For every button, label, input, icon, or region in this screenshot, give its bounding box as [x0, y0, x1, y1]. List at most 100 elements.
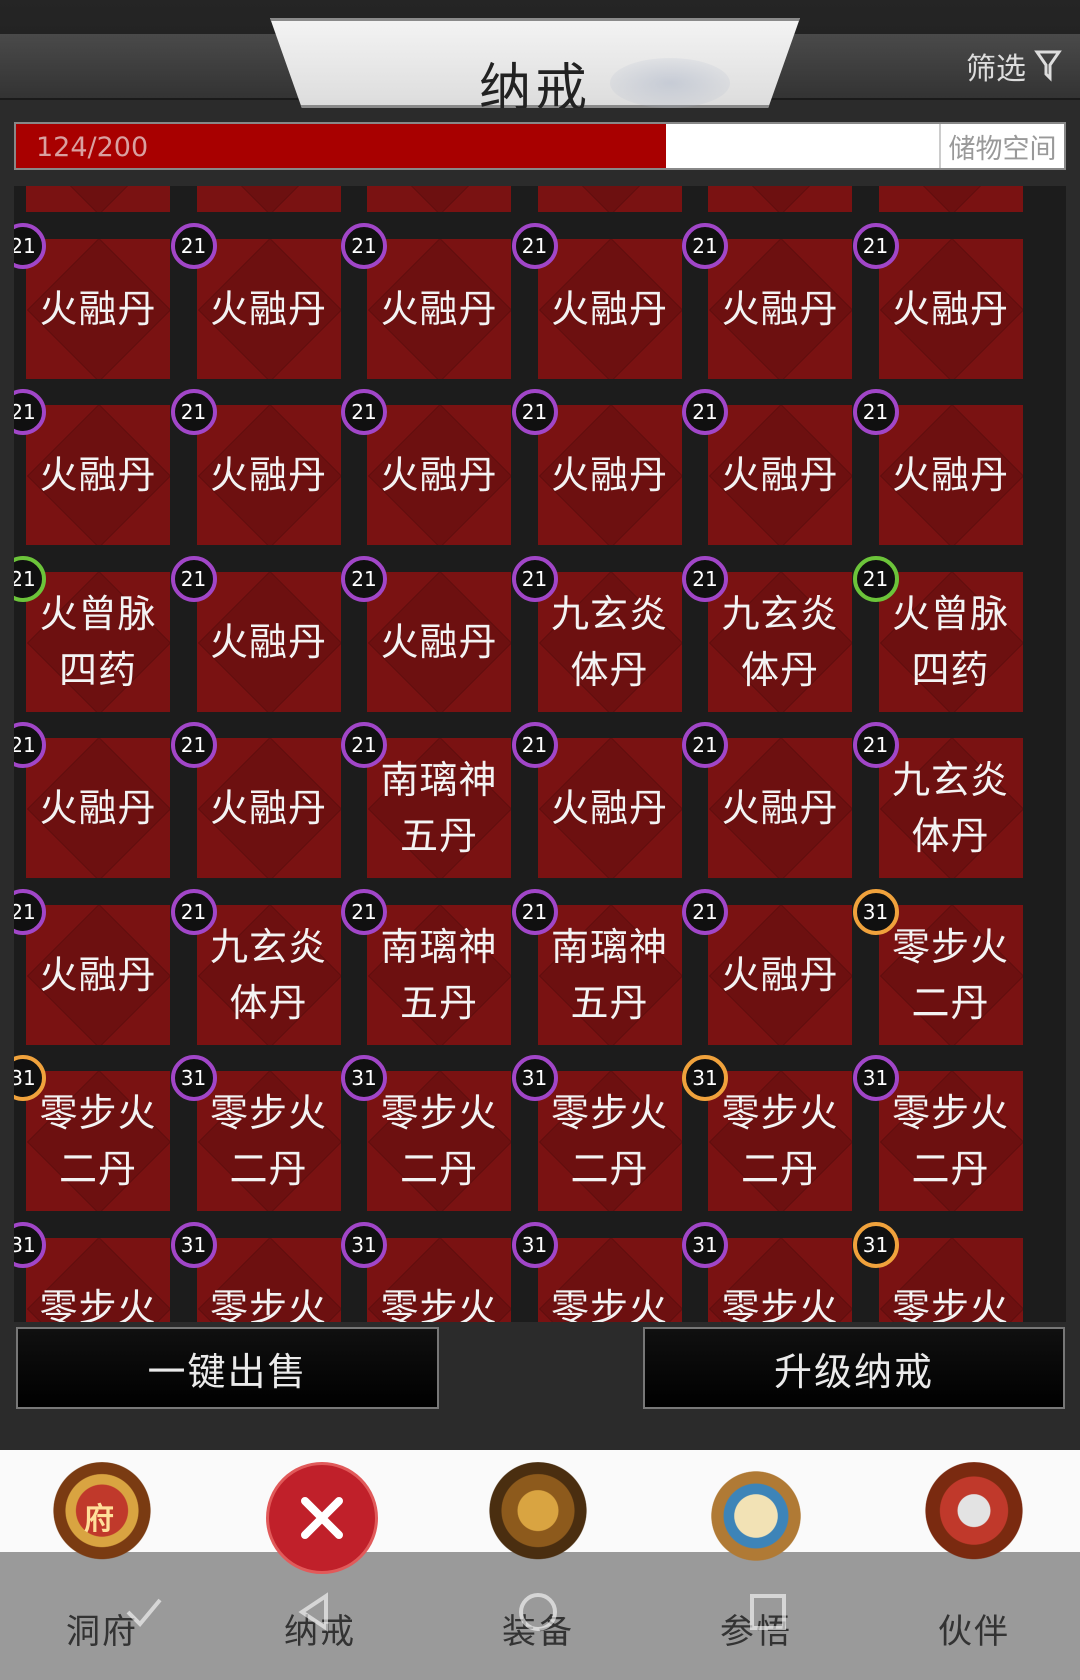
- item-slot[interactable]: 零步火 31: [170, 1221, 341, 1322]
- item-name: 零步火: [721, 1285, 839, 1323]
- nav-item-dongfu[interactable]: 府 洞府: [22, 1462, 182, 1672]
- item-slot[interactable]: 火融丹 21: [682, 888, 852, 1045]
- item-slot[interactable]: 零步火 二丹 31: [852, 1055, 1023, 1211]
- item-level-badge: 21: [170, 389, 217, 435]
- item-slot[interactable]: 火曾脉 四药 21: [14, 555, 170, 712]
- item-level-badge: 21: [170, 222, 217, 269]
- item-name: 火融丹: [209, 453, 327, 497]
- sell-all-button[interactable]: 一键出售: [16, 1327, 439, 1409]
- item-tile: [708, 186, 852, 212]
- home-softkey-icon[interactable]: [516, 1590, 560, 1634]
- item-slot[interactable]: 火融丹 21: [170, 389, 341, 545]
- item-slot[interactable]: 零步火 31: [682, 1221, 852, 1322]
- item-slot[interactable]: 零步火 二丹 31: [14, 1055, 170, 1211]
- item-name: 零步火: [39, 1285, 157, 1323]
- page-title: 纳戒: [478, 59, 591, 119]
- item-tile: 火融丹: [878, 238, 1023, 379]
- item-level-badge: 21: [682, 722, 728, 768]
- item-slot[interactable]: 火融丹 21: [682, 389, 852, 545]
- item-slot[interactable]: [867, 186, 1023, 212]
- item-slot[interactable]: 零步火 31: [14, 1221, 170, 1322]
- check-softkey-icon[interactable]: [122, 1590, 166, 1634]
- item-slot[interactable]: 火融丹 21: [511, 722, 682, 878]
- item-slot[interactable]: 零步火 二丹 31: [852, 888, 1023, 1045]
- item-tile: 火融丹: [196, 571, 341, 712]
- nav-item-huoban[interactable]: 伙伴: [894, 1462, 1054, 1672]
- item-slot[interactable]: 零步火 二丹 31: [682, 1055, 852, 1211]
- item-slot[interactable]: 九玄炎 体丹 21: [511, 555, 682, 712]
- item-tile: 火融丹: [367, 238, 511, 379]
- item-slot[interactable]: 火融丹 21: [170, 555, 341, 712]
- item-slot[interactable]: 零步火 二丹 31: [170, 1055, 341, 1211]
- item-slot[interactable]: 火融丹 21: [170, 222, 341, 379]
- item-level-badge: 21: [682, 389, 728, 435]
- item-slot[interactable]: 零步火 31: [341, 1221, 511, 1322]
- item-tile: 火融丹: [367, 405, 511, 545]
- item-tile: 九玄炎 体丹: [537, 571, 682, 712]
- item-slot[interactable]: 九玄炎 体丹 21: [170, 888, 341, 1045]
- item-tile: 南璃神 五丹: [537, 904, 682, 1045]
- item-slot[interactable]: 南璃神 五丹 21: [511, 888, 682, 1045]
- item-slot[interactable]: 九玄炎 体丹 21: [682, 555, 852, 712]
- item-level-badge: 21: [682, 555, 728, 602]
- nav-item-najie[interactable]: 纳戒: [240, 1462, 400, 1672]
- item-slot[interactable]: 火融丹 21: [341, 389, 511, 545]
- item-tile: 零步火 二丹: [537, 1071, 682, 1211]
- grid-row: 火融丹 21 火融丹 21 南璃神 五丹 21 火融丹 21 火融丹 21 九玄炎 体丹 21: [14, 710, 1066, 878]
- item-slot[interactable]: 零步火 31: [511, 1221, 682, 1322]
- item-slot[interactable]: 火融丹 21: [14, 888, 170, 1045]
- item-slot[interactable]: 南璃神 五丹 21: [341, 722, 511, 878]
- item-level-badge: 31: [341, 1055, 387, 1101]
- item-slot[interactable]: 九玄炎 体丹 21: [852, 722, 1023, 878]
- capacity-label: 储物空间: [939, 124, 1064, 168]
- item-level-badge: 21: [852, 389, 899, 435]
- item-slot[interactable]: 火融丹 21: [14, 222, 170, 379]
- item-slot[interactable]: 火融丹 21: [852, 222, 1023, 379]
- item-level-badge: 21: [341, 722, 387, 768]
- item-slot[interactable]: [355, 186, 511, 212]
- item-slot[interactable]: 火融丹 21: [170, 722, 341, 878]
- upgrade-ring-button[interactable]: 升级纳戒: [643, 1327, 1065, 1409]
- item-slot[interactable]: 零步火 二丹 31: [511, 1055, 682, 1211]
- item-grid-panel[interactable]: 火融丹 21 火融丹 21 火融丹 21 火融丹 21 火融丹 21 火融丹 21 火融丹 21 火融丹 21…: [14, 186, 1066, 1322]
- item-level-badge: 31: [852, 888, 899, 935]
- item-slot[interactable]: 南璃神 五丹 21: [341, 888, 511, 1045]
- item-tile: 火融丹: [196, 405, 341, 545]
- item-slot[interactable]: 火融丹 21: [14, 722, 170, 878]
- close-icon[interactable]: [266, 1462, 378, 1574]
- item-slot[interactable]: 火融丹 21: [511, 222, 682, 379]
- item-slot[interactable]: [696, 186, 852, 212]
- nav-item-canwu[interactable]: 参悟: [676, 1462, 836, 1672]
- item-slot[interactable]: 火融丹 21: [341, 555, 511, 712]
- item-name: 火融丹: [209, 619, 327, 664]
- item-slot[interactable]: 火融丹 21: [682, 222, 852, 379]
- item-tile: 零步火: [878, 1237, 1023, 1322]
- scroll-icon: [702, 1462, 810, 1570]
- recents-softkey-icon[interactable]: [746, 1590, 790, 1634]
- back-softkey-icon[interactable]: [292, 1590, 336, 1634]
- item-tile: 九玄炎 体丹: [708, 571, 852, 712]
- item-slot[interactable]: [526, 186, 682, 212]
- item-name: 南璃神 五丹: [380, 924, 498, 1025]
- item-name: 零步火: [380, 1285, 498, 1323]
- filter-button[interactable]: 筛选: [966, 44, 1062, 88]
- item-slot[interactable]: 零步火 二丹 31: [341, 1055, 511, 1211]
- item-slot[interactable]: 火融丹 21: [511, 389, 682, 545]
- item-slot[interactable]: 火融丹 21: [14, 389, 170, 545]
- item-tile: 火曾脉 四药: [878, 571, 1023, 712]
- item-name: 火融丹: [380, 453, 498, 497]
- item-slot[interactable]: 火融丹 21: [341, 222, 511, 379]
- item-name: 火融丹: [209, 786, 327, 830]
- item-slot[interactable]: 火融丹 21: [852, 389, 1023, 545]
- item-tile: 零步火 二丹: [196, 1071, 341, 1211]
- item-slot[interactable]: 火融丹 21: [682, 722, 852, 878]
- item-name: 零步火 二丹: [209, 1091, 327, 1191]
- item-slot[interactable]: [185, 186, 341, 212]
- nav-item-zhuangbei[interactable]: 装备: [458, 1462, 618, 1672]
- item-slot[interactable]: 火曾脉 四药 21: [852, 555, 1023, 712]
- item-level-badge: 21: [341, 555, 387, 602]
- item-tile: 零步火 二丹: [878, 904, 1023, 1045]
- item-slot[interactable]: [14, 186, 170, 212]
- item-slot[interactable]: 零步火 31: [852, 1221, 1023, 1322]
- nav-label-huoban: 伙伴: [938, 1612, 1010, 1652]
